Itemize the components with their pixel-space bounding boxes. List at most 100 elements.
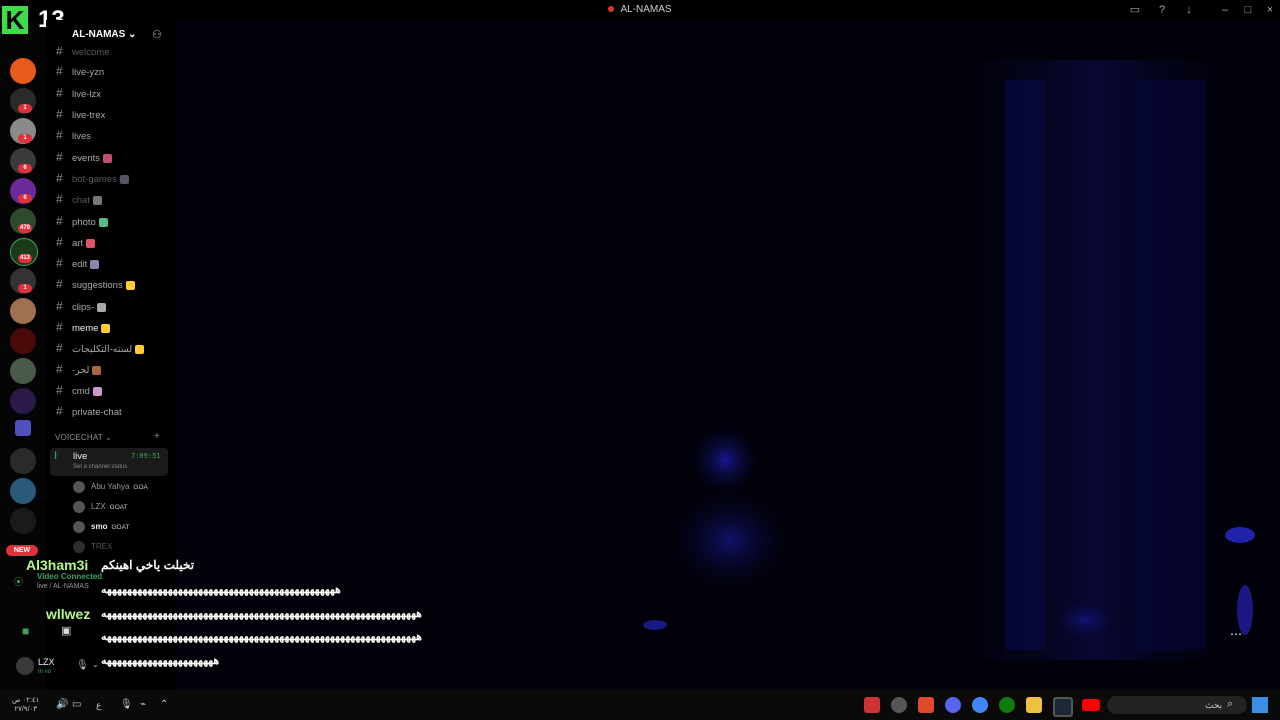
window-title-text: AL-NAMAS	[620, 4, 672, 15]
overlay-message: هههههههههههههههههههههههههههههههههههههههه…	[101, 631, 423, 643]
channel-14[interactable]: # لسته-التكليجات	[56, 339, 145, 357]
channel-13[interactable]: # meme	[56, 318, 111, 336]
minimize-icon[interactable]: –	[1218, 3, 1232, 17]
steam-icon[interactable]	[1053, 697, 1073, 717]
channel-emoji-icon	[125, 280, 135, 290]
channel-15[interactable]: # -لجر	[56, 360, 102, 378]
channel-hash-icon: #	[56, 214, 63, 228]
channel-1[interactable]: # live-yzn	[56, 62, 104, 80]
maximize-icon[interactable]: □	[1241, 3, 1255, 17]
channel-name: private-chat	[72, 407, 122, 418]
channel-0[interactable]: # welcome	[56, 42, 110, 60]
chevron-down-icon[interactable]: ⌄	[92, 660, 99, 669]
channel-hash-icon: #	[56, 362, 63, 376]
channel-hash-icon: #	[56, 256, 63, 270]
brave-icon[interactable]	[918, 697, 934, 713]
folder-icon[interactable]	[15, 420, 31, 436]
channel-4[interactable]: # lives	[56, 126, 91, 144]
network-icon[interactable]: ⌁	[140, 699, 146, 710]
voice-channel-name: live	[73, 451, 88, 462]
channel-6[interactable]: # bot-games	[56, 169, 129, 187]
channel-emoji-icon	[135, 344, 145, 354]
mic-icon[interactable]: 🎙	[76, 660, 89, 671]
app-steering-icon[interactable]	[891, 697, 907, 713]
channel-emoji-icon	[90, 259, 100, 269]
channel-3[interactable]: # live-trex	[56, 105, 105, 123]
server-icon[interactable]	[10, 328, 36, 354]
chevron-up-icon[interactable]: ⌃	[160, 699, 168, 710]
channel-17[interactable]: # private-chat	[56, 402, 122, 420]
server-icon-offline[interactable]	[10, 58, 36, 84]
download-icon[interactable]: ↓	[1182, 3, 1196, 17]
app-news-icon[interactable]	[864, 697, 880, 713]
channel-16[interactable]: # cmd	[56, 381, 102, 399]
unread-badge: 1	[18, 284, 32, 293]
channel-9[interactable]: # art	[56, 233, 96, 251]
voice-member[interactable]: TREX	[73, 539, 112, 555]
windows-start-icon[interactable]	[1252, 697, 1268, 713]
mic-tray-icon[interactable]: 🎙	[120, 699, 133, 710]
connection-location[interactable]: live / AL-NAMAS	[37, 583, 89, 590]
server-name-label: AL-NAMAS	[72, 29, 126, 40]
unread-badge: 6	[18, 194, 32, 203]
inbox-icon[interactable]: ▭	[1128, 3, 1142, 17]
voice-category-header[interactable]: VOICECHAT ⌄	[55, 433, 112, 442]
channel-status[interactable]: Set a channel status	[73, 464, 127, 470]
channel-hash-icon: #	[56, 404, 63, 418]
overlay-message: هههههههههههههههههههههههههههههههههههههههه…	[101, 584, 341, 596]
server-icon[interactable]	[10, 298, 36, 324]
server-name-dropdown[interactable]: AL-NAMAS ⌄	[72, 29, 137, 40]
channel-hash-icon: #	[56, 150, 63, 164]
channel-hash-icon: #	[56, 86, 63, 100]
overlay-username-2: wllwez	[46, 606, 91, 622]
xbox-icon[interactable]	[999, 697, 1015, 713]
display-icon[interactable]: ▭	[72, 699, 81, 710]
more-options-icon[interactable]: ⋯	[1230, 627, 1242, 641]
server-icon[interactable]	[10, 358, 36, 384]
voice-member[interactable]: Abu Yahya GOA	[73, 479, 148, 495]
file-explorer-icon[interactable]	[1026, 697, 1042, 713]
overlay-message: هههههههههههههههههههههههههههههههههههههههه…	[101, 608, 423, 620]
channel-11[interactable]: # suggestions	[56, 275, 135, 293]
channel-5[interactable]: # events	[56, 148, 112, 166]
language-indicator[interactable]: ع	[96, 700, 101, 711]
chrome-icon[interactable]	[972, 697, 988, 713]
channel-8[interactable]: # photo	[56, 212, 108, 230]
channel-hash-icon: #	[56, 107, 63, 121]
screen-share-icon[interactable]: ▣	[61, 624, 75, 638]
record-dot-icon	[608, 6, 615, 13]
overlay-username-1: Al3ham3i	[26, 557, 89, 573]
user-avatar[interactable]	[16, 657, 34, 675]
youtube-icon[interactable]	[1082, 699, 1100, 711]
channel-name: live-yzn	[72, 67, 105, 78]
add-member-icon[interactable]: ⚇	[152, 28, 162, 41]
camera-icon[interactable]: ■	[22, 624, 36, 638]
channel-7[interactable]: # chat	[56, 190, 102, 208]
member-tag: GOA	[133, 484, 148, 491]
server-icon[interactable]	[10, 448, 36, 474]
server-icon[interactable]	[10, 388, 36, 414]
taskbar-search[interactable]	[1107, 696, 1247, 714]
channel-name: welcome	[72, 47, 110, 58]
discord-icon[interactable]	[945, 697, 961, 713]
channel-emoji-icon	[97, 302, 107, 312]
taskbar-clock[interactable]: ٠٢:٤١ ص ٢٧/٩/٠٣	[12, 696, 39, 714]
channel-emoji-icon	[98, 217, 108, 227]
video-stream[interactable]	[175, 20, 1280, 700]
channel-2[interactable]: # live-lzx	[56, 84, 101, 102]
close-icon[interactable]: ×	[1263, 3, 1277, 17]
user-status: In vo	[38, 669, 52, 675]
volume-icon[interactable]: 🔊	[56, 699, 68, 710]
unread-badge: 6	[18, 164, 32, 173]
server-icon[interactable]	[10, 508, 36, 534]
channel-10[interactable]: # edit	[56, 254, 100, 272]
voice-member[interactable]: LZX GOAT	[73, 499, 128, 515]
channel-12[interactable]: # clips-	[56, 297, 107, 315]
help-icon[interactable]: ?	[1155, 3, 1169, 17]
add-channel-icon[interactable]: +	[154, 431, 160, 442]
voice-member[interactable]: smo GOAT	[73, 519, 129, 535]
member-avatar	[73, 500, 85, 513]
user-name: LZX	[38, 657, 55, 667]
server-icon[interactable]	[10, 478, 36, 504]
channel-name: cmd	[72, 386, 90, 397]
